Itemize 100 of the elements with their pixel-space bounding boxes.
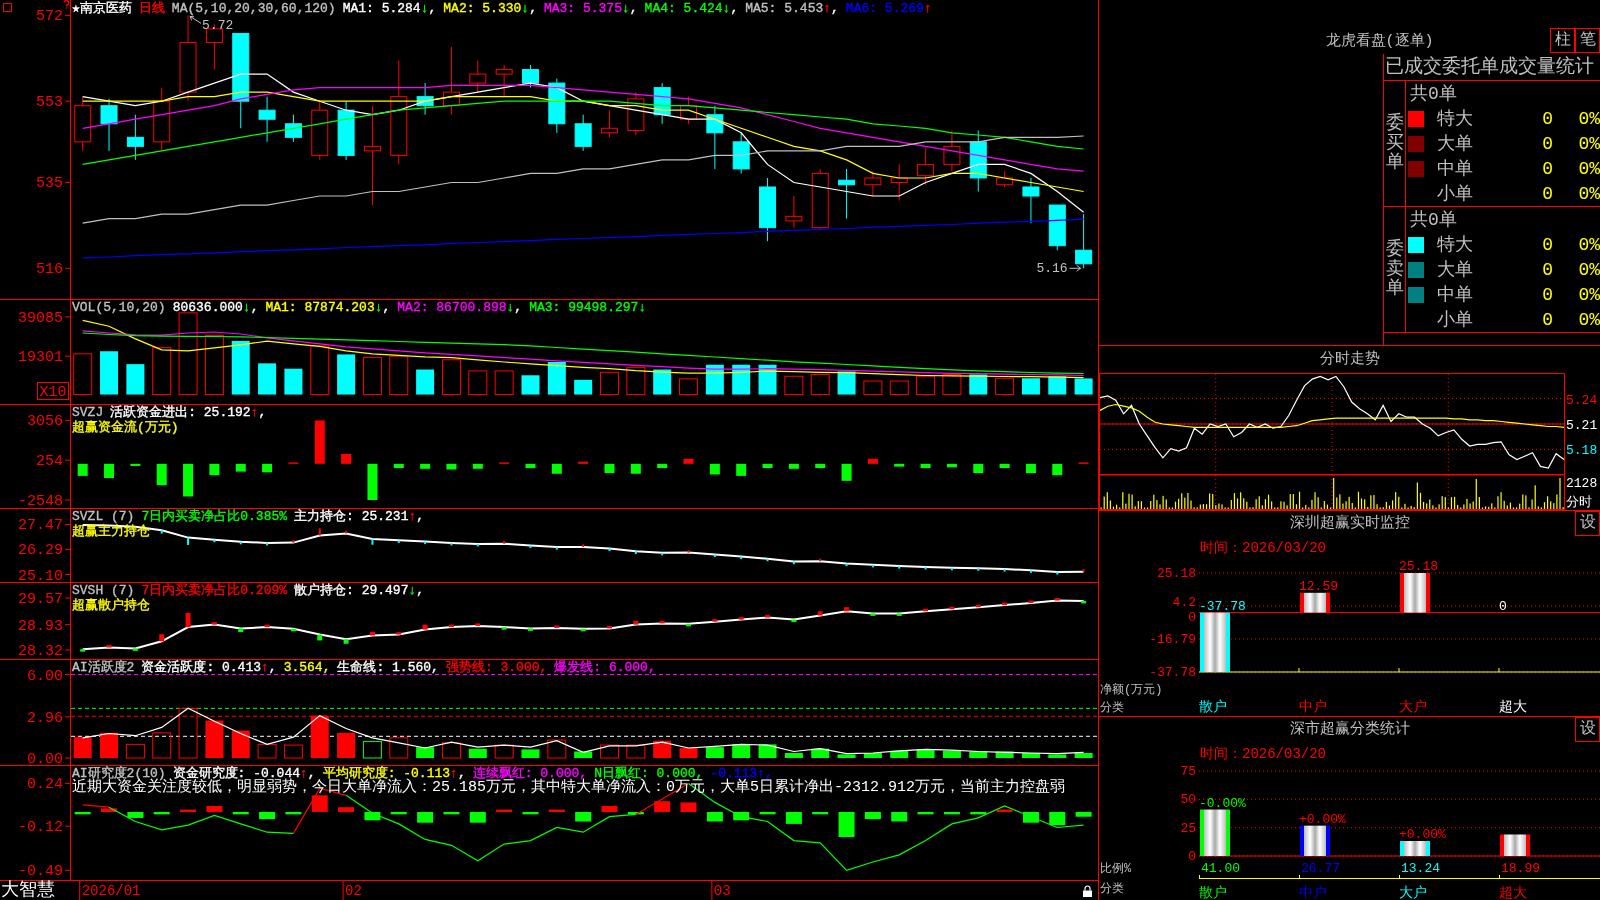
- change-bar: [80, 649, 86, 652]
- research-bar: [575, 811, 592, 822]
- change-bar: [554, 625, 560, 628]
- research-bar: [970, 811, 987, 815]
- axis-label: 26.29: [18, 542, 63, 560]
- axis-title: 分类: [1100, 882, 1124, 896]
- view-mode-button[interactable]: 笔: [1575, 28, 1600, 53]
- volume-bar: [574, 379, 593, 395]
- change-bar: [476, 543, 479, 547]
- legend-text: MA2: 5.330↓,: [443, 1, 537, 16]
- date-label: 2026/01: [81, 883, 141, 899]
- timestamp: 时间：2026/03/20: [1200, 746, 1326, 762]
- volume-bar: [337, 354, 356, 395]
- money-flow-bar: [736, 463, 747, 476]
- category-label: 散户: [1199, 885, 1227, 900]
- change-bar: [1054, 598, 1060, 601]
- change-bar: [292, 540, 295, 543]
- legend-text: AI活跃度2: [72, 660, 135, 675]
- change-bar: [845, 563, 848, 567]
- change-bar: [686, 623, 691, 627]
- legend-text: 3.564,: [283, 660, 331, 675]
- group-label: 委卖单: [1385, 239, 1404, 300]
- money-flow-bar: [709, 463, 720, 475]
- volume-bar: [916, 375, 936, 396]
- square-icon: [3, 3, 12, 12]
- volume-bar: [204, 335, 224, 396]
- net-amount-bar: [1300, 592, 1330, 613]
- change-bar: [396, 632, 402, 635]
- change-bar: [266, 542, 269, 546]
- volume-bar: [969, 374, 988, 395]
- research-bar: [627, 811, 644, 815]
- money-flow-bar: [657, 463, 668, 469]
- net-amount-bar: [1200, 612, 1230, 672]
- section-title: 分时走势: [1319, 350, 1380, 369]
- candle: [337, 100, 355, 161]
- candle: [442, 46, 460, 116]
- ratio-bar: [1300, 825, 1330, 856]
- research-bar: [153, 811, 170, 815]
- volume-bar: [284, 368, 303, 395]
- activity-bar: [916, 749, 935, 758]
- candle: [416, 82, 434, 116]
- legend-text: 爆发线: 6.000,: [554, 660, 656, 675]
- money-flow-bar: [683, 458, 694, 464]
- order-size-label: 大单: [1437, 259, 1474, 280]
- legend-text: SVZJ: [72, 405, 104, 420]
- activity-bar: [600, 744, 619, 759]
- legend-text: MA5: 5.453↑,: [745, 1, 839, 16]
- money-flow-bar: [77, 463, 88, 476]
- volume-bar: [468, 370, 488, 396]
- change-bar: [132, 648, 138, 651]
- order-size-label: 中单: [1437, 284, 1474, 305]
- research-bar: [127, 811, 144, 818]
- change-bar: [239, 541, 242, 545]
- money-flow-bar: [946, 463, 957, 468]
- category-label: 散户: [1199, 699, 1227, 715]
- legend-text: 超赢资金流(万元): [72, 420, 179, 435]
- value-label: 25.18: [1399, 559, 1438, 574]
- candle: [469, 60, 487, 93]
- order-percent: 0%: [1577, 158, 1600, 179]
- volume-bar: [547, 361, 566, 395]
- change-bar: [817, 611, 823, 616]
- view-mode-button[interactable]: 柱: [1550, 28, 1575, 53]
- change-bar: [424, 541, 427, 545]
- volume-bar: [1074, 378, 1093, 395]
- change-bar: [844, 607, 850, 612]
- volume-bar: [310, 345, 330, 396]
- activity-bar: [494, 744, 514, 759]
- legend-text: 超赢散户持仓: [72, 598, 150, 613]
- settings-button[interactable]: 设: [1575, 717, 1600, 742]
- research-bar: [891, 811, 908, 822]
- research-bar: [232, 811, 249, 815]
- change-bar: [607, 625, 612, 629]
- settings-button[interactable]: 设: [1575, 511, 1600, 536]
- pointer-arrow-icon: [189, 15, 202, 24]
- axis-label: 5.24: [1566, 392, 1598, 408]
- activity-bar: [653, 740, 672, 758]
- activity-bar: [468, 748, 487, 758]
- change-bar: [1082, 569, 1085, 572]
- volume-bar: [995, 377, 1015, 396]
- activity-bar: [389, 737, 409, 759]
- value-label: 26.77: [1301, 861, 1340, 876]
- axis-label: 0: [1188, 849, 1196, 864]
- candle: [601, 109, 618, 138]
- order-count: 0: [1541, 183, 1554, 204]
- scale-factor-label: X10: [37, 382, 69, 401]
- volume-bar: [100, 351, 119, 395]
- change-bar: [475, 623, 481, 626]
- app-name: 大智慧: [1, 880, 55, 900]
- activity-bar: [574, 751, 593, 758]
- legend-text: SVSH (7): [72, 583, 135, 598]
- value-label: 0: [1499, 598, 1507, 614]
- axis-label: 25.18: [1157, 566, 1196, 581]
- change-bar: [343, 639, 349, 644]
- candle: [548, 78, 566, 134]
- money-flow-bar: [973, 463, 984, 474]
- legend-text: 7日内买卖净占比0.209%: [141, 583, 288, 598]
- candle: [785, 195, 803, 229]
- order-percent: 0%: [1577, 133, 1600, 154]
- legend-text: 7日内买卖净占比0.385%: [141, 509, 288, 524]
- axis-label: 28.32: [18, 643, 63, 660]
